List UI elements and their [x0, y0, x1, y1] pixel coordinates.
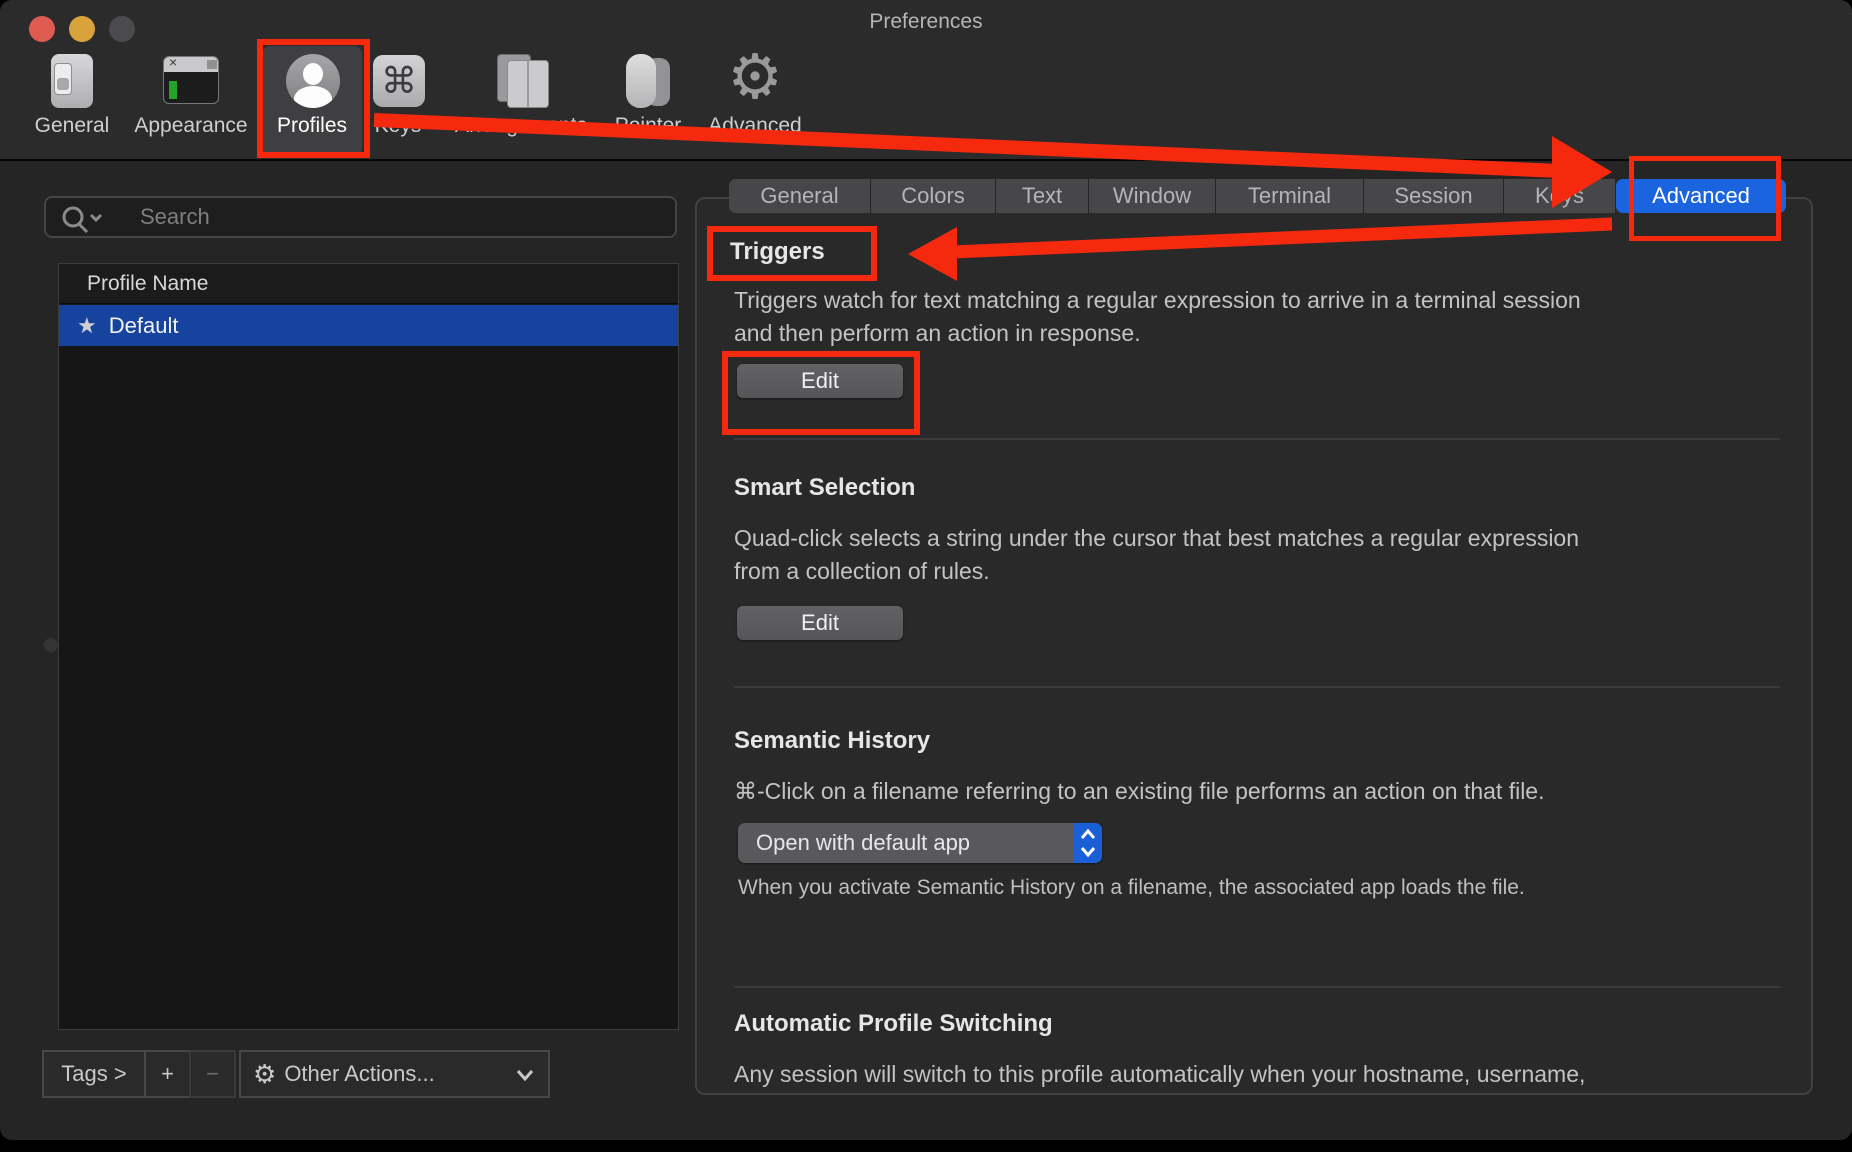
- tab-session[interactable]: Session: [1364, 179, 1504, 213]
- semantic-history-description: ⌘-Click on a filename referring to an ex…: [734, 778, 1545, 804]
- section-divider: [734, 438, 1780, 440]
- advanced-gear-icon: ⚙: [727, 43, 783, 112]
- search-icon: [62, 206, 103, 233]
- chevron-down-icon: [516, 1070, 534, 1082]
- dropdown-stepper-icon[interactable]: [1074, 823, 1102, 863]
- toolbar-label: Advanced: [708, 114, 802, 137]
- gear-icon: ⚙: [253, 1059, 277, 1089]
- toolbar-divider: [0, 159, 1852, 161]
- dropdown-selected-value: Open with default app: [756, 830, 971, 855]
- general-switch-icon: [42, 52, 102, 110]
- triggers-edit-button[interactable]: Edit: [737, 364, 903, 398]
- triggers-description: Triggers watch for text matching a regul…: [734, 287, 1581, 346]
- tab-colors[interactable]: Colors: [871, 179, 996, 213]
- auto-profile-switching-description: Any session will switch to this profile …: [734, 1061, 1586, 1087]
- other-actions-dropdown[interactable]: ⚙ Other Actions...: [239, 1050, 550, 1098]
- tab-advanced[interactable]: Advanced: [1616, 179, 1786, 213]
- tab-window[interactable]: Window: [1089, 179, 1216, 213]
- tab-general[interactable]: General: [729, 179, 871, 213]
- section-divider: [734, 686, 1780, 688]
- preferences-window: Preferences General × Appearance Profile…: [0, 0, 1852, 1140]
- arrangements-windows-icon: [491, 52, 551, 110]
- other-actions-label: Other Actions...: [284, 1061, 435, 1086]
- tab-keys[interactable]: Keys: [1504, 179, 1616, 213]
- star-icon: ★: [77, 313, 97, 338]
- section-divider: [734, 986, 1780, 988]
- semantic-history-caption: When you activate Semantic History on a …: [738, 876, 1525, 899]
- profile-name: Default: [108, 313, 179, 338]
- profile-list-header: Profile Name: [59, 264, 678, 304]
- search-input[interactable]: [140, 202, 660, 232]
- appearance-window-icon: ×: [161, 52, 221, 110]
- triggers-heading: Triggers: [730, 238, 825, 265]
- tab-text[interactable]: Text: [996, 179, 1089, 213]
- profile-list: Profile Name ★ Default: [58, 263, 679, 1030]
- semantic-history-dropdown[interactable]: Open with default app: [738, 823, 1102, 863]
- auto-profile-switching-heading: Automatic Profile Switching: [734, 1010, 1053, 1037]
- profile-row-default[interactable]: ★ Default: [59, 305, 678, 346]
- title-bar: Preferences General × Appearance Profile…: [0, 0, 1852, 159]
- window-title: Preferences: [869, 10, 983, 33]
- keys-command-icon: ⌘: [368, 52, 428, 110]
- semantic-history-heading: Semantic History: [734, 727, 931, 754]
- smart-selection-description: Quad-click selects a string under the cu…: [734, 525, 1580, 584]
- search-field[interactable]: [44, 196, 677, 238]
- smart-selection-heading: Smart Selection: [734, 474, 916, 501]
- pointer-mouse-icon: [618, 52, 678, 110]
- tab-terminal[interactable]: Terminal: [1216, 179, 1364, 213]
- add-profile-button[interactable]: +: [144, 1050, 191, 1098]
- toolbar-item-advanced[interactable]: ⚙ Advanced: [680, 44, 830, 156]
- tags-button[interactable]: Tags >: [42, 1050, 146, 1098]
- profile-tab-bar: General Colors Text Window Terminal Sess…: [729, 179, 1786, 213]
- sidebar-drag-dot: [44, 638, 58, 652]
- remove-profile-button[interactable]: −: [189, 1050, 236, 1098]
- smart-selection-edit-button[interactable]: Edit: [737, 606, 903, 640]
